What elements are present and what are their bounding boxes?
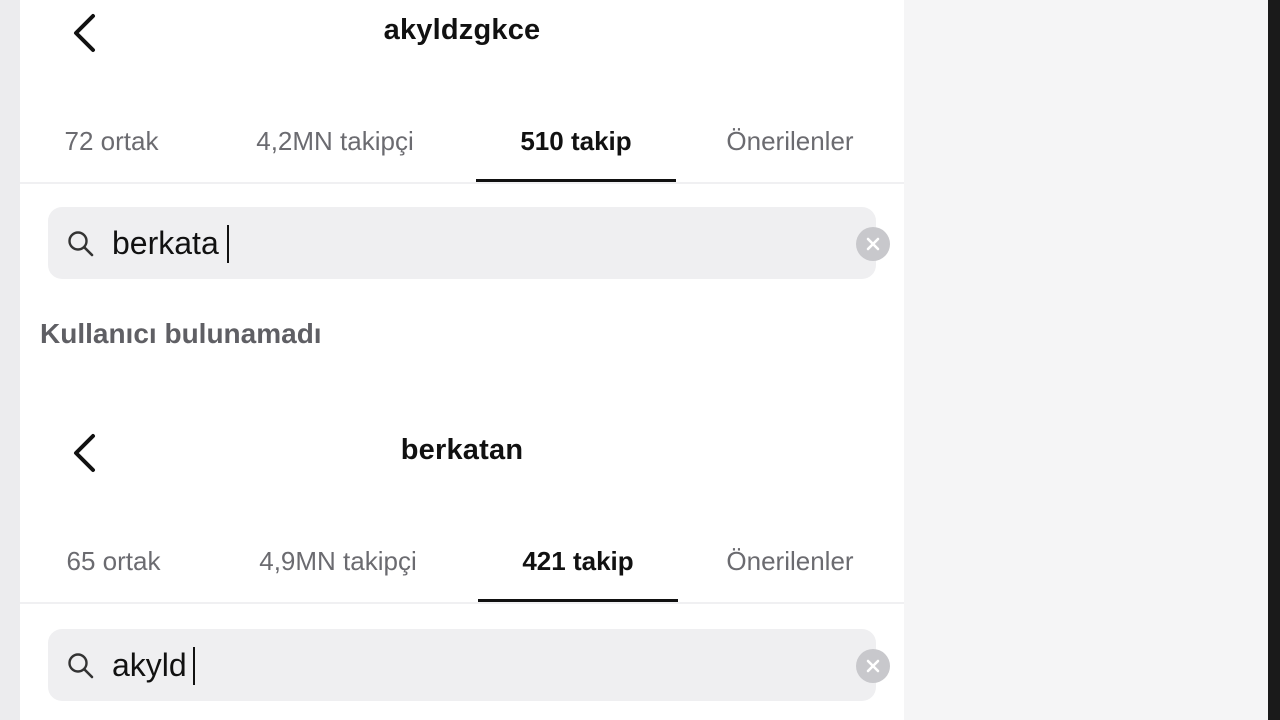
tab-suggested[interactable]: Önerilenler [706, 116, 874, 182]
divider [20, 602, 904, 604]
left-margin [0, 0, 20, 720]
search-icon [68, 653, 94, 679]
profile-username-title: berkatan [400, 434, 524, 466]
right-edge-bar [1268, 0, 1280, 720]
tab-followers[interactable]: 4,2MN takipçi [225, 116, 445, 182]
no-users-found-message: Kullanıcı bulunamadı [40, 318, 322, 349]
tab-following[interactable]: 421 takip [478, 536, 678, 602]
clear-search-button[interactable] [856, 227, 890, 261]
search-icon [68, 231, 94, 257]
tab-label: 510 takip [520, 126, 632, 156]
tab-mutual[interactable]: 65 ortak [36, 536, 191, 602]
search-input[interactable] [112, 221, 792, 265]
tab-label: 65 ortak [66, 546, 161, 576]
bottom-profile-following-screen: berkatan 65 ortak 4,9MN takipçi 421 taki… [20, 420, 904, 720]
tab-bar: 72 ortak 4,2MN takipçi 510 takip Önerile… [20, 116, 904, 186]
tab-label: Önerilenler [726, 546, 854, 576]
tab-following[interactable]: 510 takip [476, 116, 676, 182]
profile-username-title: akyldzgkce [383, 14, 541, 46]
search-input[interactable] [112, 643, 792, 687]
clear-search-button[interactable] [856, 649, 890, 683]
right-margin [904, 0, 1268, 720]
tab-followers[interactable]: 4,9MN takipçi [228, 536, 448, 602]
tab-suggested[interactable]: Önerilenler [706, 536, 874, 602]
search-bar [48, 629, 890, 701]
tab-label: 421 takip [522, 546, 634, 576]
text-cursor [193, 647, 195, 685]
close-icon [866, 659, 880, 673]
search-bar [48, 207, 890, 279]
tab-label: 4,9MN takipçi [259, 546, 417, 576]
tab-label: 72 ortak [64, 126, 159, 156]
tab-label: Önerilenler [726, 126, 854, 156]
tab-bar: 65 ortak 4,9MN takipçi 421 takip Önerile… [20, 536, 904, 606]
top-profile-following-screen: akyldzgkce 72 ortak 4,2MN takipçi 510 ta… [20, 0, 904, 349]
divider [20, 182, 904, 184]
phone-screenshot: akyldzgkce 72 ortak 4,2MN takipçi 510 ta… [20, 0, 904, 720]
tab-label: 4,2MN takipçi [256, 126, 414, 156]
text-cursor [227, 225, 229, 263]
tab-mutual[interactable]: 72 ortak [34, 116, 189, 182]
close-icon [866, 237, 880, 251]
